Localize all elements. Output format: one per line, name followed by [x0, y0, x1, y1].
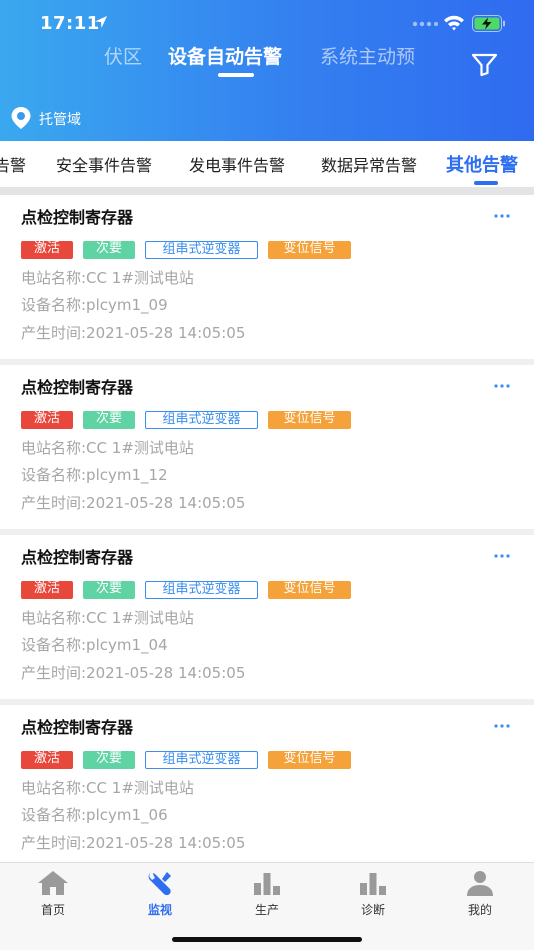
tab-security-event-alarm[interactable]: 安全事件告警: [56, 152, 152, 176]
tab-generation-event-alarm[interactable]: 发电事件告警: [189, 152, 285, 176]
tab-pv-area[interactable]: 伏区: [104, 42, 142, 69]
occurrence-time: 产生时间:2021-05-28 14:05:05: [21, 494, 246, 512]
active-category-indicator: [474, 181, 498, 185]
device-name: 设备名称:plcym1_12: [21, 466, 168, 484]
station-name: 电站名称:CC 1#测试电站: [21, 269, 194, 287]
tab-device-auto-alarm[interactable]: 设备自动告警: [168, 42, 282, 69]
status-badge: 激活: [21, 241, 73, 259]
tab-general-alarm[interactable]: 告警: [0, 152, 26, 176]
nav-item-me[interactable]: 我的: [440, 869, 520, 917]
device-type-badge: 组串式逆变器: [145, 411, 258, 429]
divider: [0, 187, 534, 195]
more-icon[interactable]: [492, 547, 512, 561]
station-name: 电站名称:CC 1#测试电站: [21, 439, 194, 457]
device-name: 设备名称:plcym1_04: [21, 636, 168, 654]
nav-label: 诊断: [360, 903, 385, 917]
bar-chart-icon: [360, 873, 386, 895]
bar-chart-icon: [254, 873, 280, 895]
status-badge: 激活: [21, 751, 73, 769]
domain-label: 托管域: [39, 112, 81, 128]
alarm-card[interactable]: 点检控制寄存器 激活 次要 组串式逆变器 变位信号 电站名称:CC 1#测试电站…: [0, 705, 534, 869]
status-bar: 17:11: [0, 0, 534, 46]
nav-label: 首页: [40, 903, 65, 917]
level-badge: 次要: [83, 581, 135, 599]
alarm-type-badge: 变位信号: [268, 241, 351, 259]
station-name: 电站名称:CC 1#测试电站: [21, 609, 194, 627]
home-icon: [38, 871, 68, 895]
category-tabs: 告警 安全事件告警 发电事件告警 数据异常告警 其他告警: [0, 141, 534, 187]
level-badge: 次要: [83, 241, 135, 259]
user-icon: [467, 871, 493, 896]
wifi-icon: [444, 15, 464, 31]
alarm-card[interactable]: 点检控制寄存器 激活 次要 组串式逆变器 变位信号 电站名称:CC 1#测试电站…: [0, 535, 534, 699]
more-icon[interactable]: [492, 717, 512, 731]
active-tab-indicator: [218, 73, 254, 77]
filter-icon[interactable]: [471, 52, 498, 77]
alarm-title: 点检控制寄存器: [21, 378, 134, 397]
status-badge: 激活: [21, 411, 73, 429]
battery-charging-icon: [472, 15, 505, 32]
alarm-source-tabs: 伏区 设备自动告警 系统主动预: [0, 42, 534, 82]
nav-item-monitor[interactable]: 监视: [120, 869, 200, 917]
wrench-icon: [148, 872, 171, 896]
home-indicator: [172, 937, 362, 942]
level-badge: 次要: [83, 751, 135, 769]
nav-item-diagnosis[interactable]: 诊断: [333, 869, 413, 917]
occurrence-time: 产生时间:2021-05-28 14:05:05: [21, 834, 246, 852]
tab-system-warning[interactable]: 系统主动预: [320, 42, 415, 69]
occurrence-time: 产生时间:2021-05-28 14:05:05: [21, 664, 246, 682]
header: 17:11 伏区 设备自动告警 系统主动预 托管域: [0, 0, 534, 141]
more-icon[interactable]: [492, 377, 512, 391]
status-time: 17:11: [40, 13, 100, 34]
nav-label: 我的: [467, 903, 492, 917]
nav-item-production[interactable]: 生产: [227, 869, 307, 917]
occurrence-time: 产生时间:2021-05-28 14:05:05: [21, 324, 246, 342]
nav-label: 生产: [254, 903, 279, 917]
tab-other-alarm[interactable]: 其他告警: [446, 151, 518, 177]
alarm-type-badge: 变位信号: [268, 751, 351, 769]
alarm-card[interactable]: 点检控制寄存器 激活 次要 组串式逆变器 变位信号 电站名称:CC 1#测试电站…: [0, 195, 534, 359]
level-badge: 次要: [83, 411, 135, 429]
nav-item-home[interactable]: 首页: [13, 869, 93, 917]
location-pin-icon: [11, 107, 31, 129]
alarm-type-badge: 变位信号: [268, 411, 351, 429]
more-icon[interactable]: [492, 207, 512, 221]
nav-label: 监视: [147, 903, 172, 917]
device-name: 设备名称:plcym1_06: [21, 806, 168, 824]
station-name: 电站名称:CC 1#测试电站: [21, 779, 194, 797]
tab-data-anomaly-alarm[interactable]: 数据异常告警: [321, 152, 417, 176]
device-name: 设备名称:plcym1_09: [21, 296, 168, 314]
alarm-card[interactable]: 点检控制寄存器 激活 次要 组串式逆变器 变位信号 电站名称:CC 1#测试电站…: [0, 365, 534, 529]
signal-dots-icon: [412, 21, 438, 27]
bottom-nav: 首页 监视 生产 诊断 我的: [0, 862, 534, 950]
status-badge: 激活: [21, 581, 73, 599]
location-arrow-icon: [95, 16, 107, 28]
alarm-title: 点检控制寄存器: [21, 208, 134, 227]
alarm-title: 点检控制寄存器: [21, 548, 134, 567]
alarm-type-badge: 变位信号: [268, 581, 351, 599]
device-type-badge: 组串式逆变器: [145, 581, 258, 599]
device-type-badge: 组串式逆变器: [145, 241, 258, 259]
alarm-title: 点检控制寄存器: [21, 718, 134, 737]
device-type-badge: 组串式逆变器: [145, 751, 258, 769]
